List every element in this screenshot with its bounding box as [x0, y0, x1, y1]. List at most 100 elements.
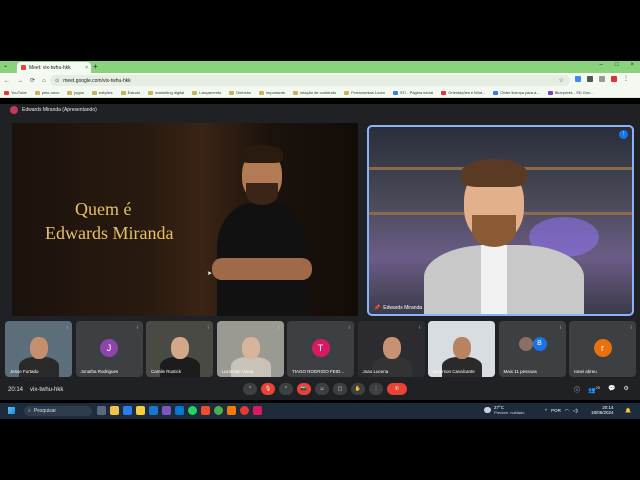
- audio-options-button[interactable]: ⌃: [243, 383, 257, 395]
- windows-start-icon[interactable]: [8, 407, 15, 414]
- site-info-icon[interactable]: ⊙: [55, 78, 59, 84]
- participant-tile[interactable]: T ⁝ TIAGO RODRIGO FEID...: [287, 321, 354, 377]
- participant-face: [30, 337, 48, 359]
- extension-icon[interactable]: [575, 76, 581, 82]
- chat-button[interactable]: 💬: [608, 385, 615, 394]
- taskbar-clock[interactable]: 20:14 18/06/2024: [591, 405, 614, 415]
- back-icon[interactable]: ←: [4, 78, 10, 84]
- camera-toggle-button[interactable]: 📷: [297, 383, 311, 395]
- app-icon[interactable]: [253, 406, 262, 415]
- taskbar-search[interactable]: ⌕ Pesquisar: [24, 406, 92, 416]
- meeting-details-button[interactable]: ⓘ: [574, 385, 580, 394]
- muted-mic-icon: ⁝: [136, 325, 139, 331]
- app-icon[interactable]: [136, 406, 145, 415]
- app-icon[interactable]: [123, 406, 132, 415]
- bookmark-label: Lançamento: [199, 90, 222, 95]
- bookmark-item[interactable]: Obter licença para a...: [493, 90, 540, 95]
- browser-tab-meet[interactable]: Meet: vix-twhu-hkk ×: [17, 62, 91, 73]
- app-icon[interactable]: [227, 406, 236, 415]
- extensions-puzzle-icon[interactable]: [599, 76, 605, 82]
- address-bar[interactable]: ⊙ meet.google.com/vix-twhu-hkk ☆: [50, 75, 570, 86]
- bookmark-item[interactable]: pelo-novo: [34, 90, 60, 95]
- bookmark-item[interactable]: Orientações e Mód...: [441, 90, 485, 95]
- bookmark-favicon-icon: [547, 90, 553, 95]
- participant-tile[interactable]: ⁝ Jesse Furtado: [5, 321, 72, 377]
- meeting-code: vix-twhu-hkk: [30, 387, 64, 393]
- speaker-name: Edwards Miranda: [383, 305, 423, 311]
- participant-tile[interactable]: ⁝ Joao Lucena: [357, 321, 425, 377]
- muted-mic-icon: ⁝: [630, 325, 632, 331]
- raise-hand-button[interactable]: ✋: [351, 383, 365, 395]
- more-options-button[interactable]: ⋮: [369, 383, 383, 395]
- end-call-button[interactable]: ✆: [387, 383, 407, 395]
- participant-tile[interactable]: r ⁝ ronei abreu: [569, 321, 636, 377]
- profile-avatar-icon[interactable]: [611, 76, 617, 82]
- bookmark-item[interactable]: edições: [91, 90, 113, 95]
- bookmark-item[interactable]: importante: [259, 90, 285, 95]
- bookmark-item[interactable]: Blueprints - SD Gun...: [547, 90, 594, 95]
- minimize-button[interactable]: –: [600, 62, 603, 68]
- mini-avatar: [518, 337, 533, 351]
- bookmark-item[interactable]: Lançamento: [192, 90, 221, 95]
- home-icon[interactable]: ⌂: [42, 78, 46, 84]
- folder-icon: [34, 90, 40, 95]
- tab-search-button[interactable]: ⌄: [3, 62, 8, 69]
- bookmark-item[interactable]: Ferramentas Loom: [344, 90, 385, 95]
- activities-button[interactable]: ⚙: [623, 385, 628, 394]
- reload-icon[interactable]: ⟳: [30, 77, 35, 84]
- bookmark-item[interactable]: criação de conteúdo: [293, 90, 336, 95]
- folder-icon: [344, 90, 350, 95]
- extension-icon[interactable]: [587, 76, 593, 82]
- active-speaker-tile[interactable]: ⁞ 📌 Edwards Miranda: [367, 125, 634, 316]
- participant-tile[interactable]: ⁝ Emerson Cavalcante: [428, 321, 495, 377]
- folder-icon: [229, 90, 235, 95]
- bookmark-item[interactable]: marketing digital: [148, 90, 184, 95]
- wifi-icon[interactable]: ◠: [565, 408, 569, 414]
- tray-chevron-icon[interactable]: ^: [545, 408, 547, 414]
- video-options-button[interactable]: ⌃: [279, 383, 293, 395]
- task-view-icon[interactable]: [97, 406, 106, 415]
- app-icon[interactable]: [162, 406, 171, 415]
- people-button[interactable]: 👥20: [588, 385, 600, 394]
- participant-tile[interactable]: ⁝ Camile Rustick: [146, 321, 213, 377]
- forward-icon[interactable]: →: [17, 78, 23, 84]
- notifications-bell-icon[interactable]: 🔔: [625, 408, 631, 414]
- app-icon[interactable]: [201, 406, 210, 415]
- bookmark-item[interactable]: Estudo: [120, 90, 140, 95]
- bookmark-label: STI - Página inicial: [399, 90, 434, 95]
- volume-icon[interactable]: ◁): [573, 408, 578, 414]
- new-tab-button[interactable]: +: [93, 62, 98, 71]
- weather-widget[interactable]: 27°C Predom. nublado: [484, 405, 524, 415]
- participant-tile[interactable]: B ⁝ Mais 11 pessoas: [498, 321, 566, 377]
- participant-body: [230, 357, 271, 377]
- bookmark-label: pelo-novo: [41, 90, 60, 95]
- present-screen-button[interactable]: ▢: [333, 383, 347, 395]
- pin-icon[interactable]: 📌: [374, 305, 380, 311]
- bookmark-item[interactable]: STI - Página inicial: [392, 90, 434, 95]
- bookmark-star-icon[interactable]: ☆: [559, 77, 564, 84]
- close-window-button[interactable]: ×: [630, 62, 634, 68]
- browser-menu-icon[interactable]: ⋮: [623, 76, 629, 82]
- edge-icon[interactable]: [149, 406, 158, 415]
- app-icon[interactable]: [240, 406, 249, 415]
- meet-favicon-icon: [21, 65, 26, 70]
- chrome-icon[interactable]: [214, 406, 223, 415]
- bookmark-item[interactable]: YouTube: [4, 90, 27, 95]
- file-explorer-icon[interactable]: [110, 406, 119, 415]
- participant-tile[interactable]: ⁝ Luzineide Vieira: [216, 321, 284, 377]
- language-indicator[interactable]: POR: [551, 408, 561, 414]
- speaker-shirt: [481, 245, 507, 314]
- mic-toggle-button[interactable]: 🎙: [261, 383, 275, 395]
- system-tray[interactable]: ^ POR ◠ ◁): [545, 408, 578, 414]
- participant-tile[interactable]: J ⁝ Jonatha Rodrigues: [75, 321, 143, 377]
- store-icon[interactable]: [175, 406, 184, 415]
- whatsapp-icon[interactable]: [188, 406, 197, 415]
- reactions-button[interactable]: ☺: [315, 383, 329, 395]
- bookmark-item[interactable]: Dinheiro: [229, 90, 251, 95]
- shared-presentation[interactable]: Quem é Edwards Miranda: [12, 123, 358, 316]
- search-icon: ⌕: [28, 408, 31, 414]
- maximize-button[interactable]: □: [615, 62, 619, 68]
- tab-close-icon[interactable]: ×: [85, 65, 88, 71]
- bookmark-item[interactable]: jogos: [67, 90, 84, 95]
- url-text[interactable]: meet.google.com/vix-twhu-hkk: [63, 78, 131, 84]
